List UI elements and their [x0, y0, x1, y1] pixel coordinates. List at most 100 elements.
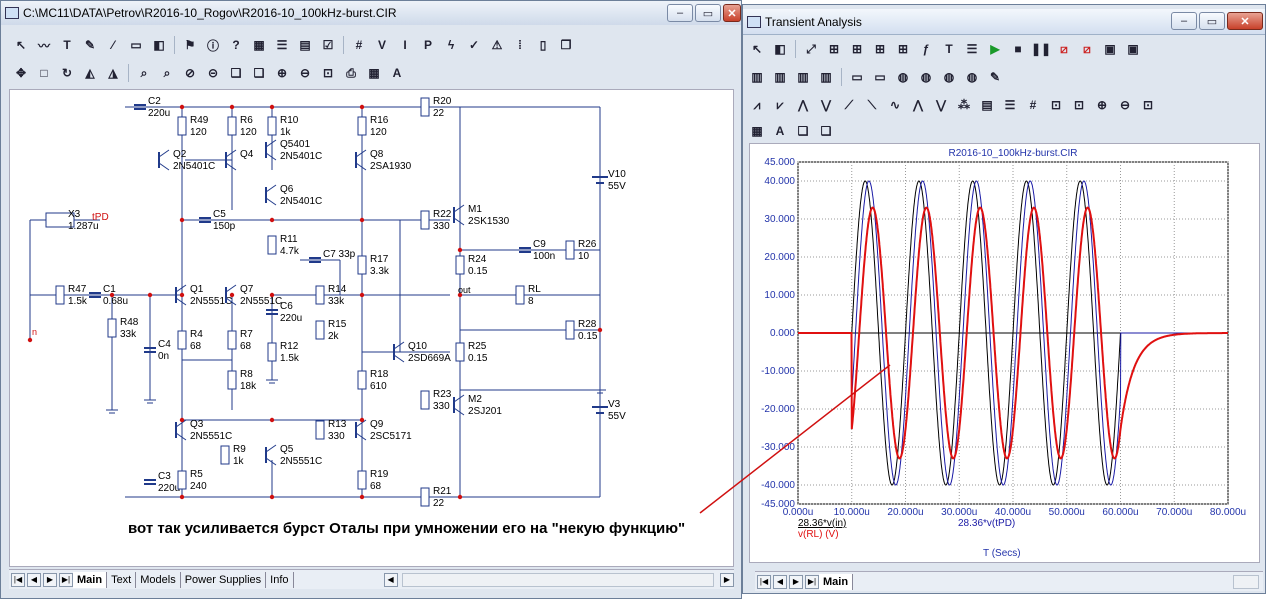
- flip-y-icon[interactable]: ◮: [103, 63, 123, 83]
- stepping2-icon[interactable]: ⧄: [1077, 39, 1097, 59]
- last-page-icon[interactable]: ▶|: [59, 572, 73, 587]
- flag-icon[interactable]: ⚑: [180, 35, 200, 55]
- pin-icon[interactable]: ✓: [464, 35, 484, 55]
- layers2-icon[interactable]: ❏: [816, 121, 836, 141]
- limits2-icon[interactable]: ▣: [1123, 39, 1143, 59]
- transient-scrollbar[interactable]: [1233, 574, 1259, 589]
- list-icon[interactable]: ☰: [272, 35, 292, 55]
- print-icon[interactable]: ⎙: [341, 63, 361, 83]
- scale-icon[interactable]: ⤢: [801, 39, 821, 59]
- next-page-icon[interactable]: ▶: [789, 574, 803, 589]
- box-icon[interactable]: □: [34, 63, 54, 83]
- page-bars-icon[interactable]: ▥: [747, 67, 767, 87]
- find-icon[interactable]: ⌕: [134, 63, 154, 83]
- node-numbers-icon[interactable]: #: [349, 35, 369, 55]
- point-icon[interactable]: ⁂: [954, 95, 974, 115]
- horizontal-icon[interactable]: ▭: [847, 67, 867, 87]
- axis4-icon[interactable]: ⊞: [893, 39, 913, 59]
- tab-power-supplies[interactable]: Power Supplies: [181, 571, 267, 588]
- select-arrow-icon[interactable]: ↖: [11, 35, 31, 55]
- tab-text[interactable]: Text: [107, 571, 137, 588]
- select-arrow-icon[interactable]: ↖: [747, 39, 767, 59]
- zoom-in-icon[interactable]: ⊕: [1092, 95, 1112, 115]
- voltages-icon[interactable]: V: [372, 35, 392, 55]
- last-page-icon[interactable]: ▶|: [805, 574, 819, 589]
- palette-icon[interactable]: ◧: [770, 39, 790, 59]
- prev-page-icon[interactable]: ◀: [27, 572, 41, 587]
- layers-icon[interactable]: ❏: [226, 63, 246, 83]
- page-bars3-icon[interactable]: ▥: [793, 67, 813, 87]
- pencil-icon[interactable]: ✎: [80, 35, 100, 55]
- run-icon[interactable]: ▶: [985, 39, 1005, 59]
- probe-icon[interactable]: ⁄: [103, 35, 123, 55]
- grid-dots-icon[interactable]: ⁞: [510, 35, 530, 55]
- layers2-icon[interactable]: ❏: [249, 63, 269, 83]
- stop2-icon[interactable]: ⊝: [203, 63, 223, 83]
- font-icon[interactable]: A: [387, 63, 407, 83]
- edit-icon[interactable]: ✎: [985, 67, 1005, 87]
- page-bars4-icon[interactable]: ▥: [816, 67, 836, 87]
- slope2-icon[interactable]: ⟍: [862, 95, 882, 115]
- valley-icon[interactable]: ⩗: [770, 95, 790, 115]
- table-icon[interactable]: ▤: [295, 35, 315, 55]
- function-icon[interactable]: ƒ: [916, 39, 936, 59]
- font-icon[interactable]: A: [770, 121, 790, 141]
- component-icon[interactable]: ▭: [126, 35, 146, 55]
- pause-icon[interactable]: ❚❚: [1031, 39, 1051, 59]
- cursor-icon[interactable]: ◍: [893, 67, 913, 87]
- global-high-icon[interactable]: ⋀: [908, 95, 928, 115]
- find-next-icon[interactable]: ⌕: [157, 63, 177, 83]
- global-low-icon[interactable]: ⋁: [931, 95, 951, 115]
- zoom-in-icon[interactable]: ⊕: [272, 63, 292, 83]
- transient-minimize-button[interactable]: –: [1171, 12, 1197, 30]
- schematic-titlebar[interactable]: C:\MC11\DATA\Petrov\R2016-10_Rogov\R2016…: [1, 1, 741, 25]
- inflection-icon[interactable]: ∿: [885, 95, 905, 115]
- stop-icon[interactable]: ⊘: [180, 63, 200, 83]
- tab-models[interactable]: Models: [136, 571, 181, 588]
- next-page-icon[interactable]: ▶: [43, 572, 57, 587]
- horizontal-scrollbar[interactable]: [401, 572, 714, 587]
- check-icon[interactable]: ☑: [318, 35, 338, 55]
- high-icon[interactable]: ⋀: [793, 95, 813, 115]
- properties-icon[interactable]: ☰: [962, 39, 982, 59]
- text-tool-icon[interactable]: T: [57, 35, 77, 55]
- peak-icon[interactable]: ⩘: [747, 95, 767, 115]
- horizontal2-icon[interactable]: ▭: [870, 67, 890, 87]
- zoom-out-icon[interactable]: ⊖: [1115, 95, 1135, 115]
- transient-maximize-button[interactable]: ▭: [1199, 12, 1225, 30]
- zoom-box2-icon[interactable]: ⊡: [1069, 95, 1089, 115]
- copy-page-icon[interactable]: ❐: [556, 35, 576, 55]
- zoom-fit-icon[interactable]: ⊡: [318, 63, 338, 83]
- tab-transient-main[interactable]: Main: [819, 573, 854, 590]
- maximize-button[interactable]: ▭: [695, 4, 721, 22]
- first-page-icon[interactable]: |◀: [757, 574, 771, 589]
- wire-icon[interactable]: 〰: [34, 35, 54, 55]
- clipboard-icon[interactable]: ▤: [977, 95, 997, 115]
- close-button[interactable]: ✕: [723, 4, 741, 22]
- grid-options-icon[interactable]: ▦: [747, 121, 767, 141]
- axis3-icon[interactable]: ⊞: [870, 39, 890, 59]
- tab-main[interactable]: Main: [73, 571, 108, 588]
- axis2-icon[interactable]: ⊞: [847, 39, 867, 59]
- prev-page-icon[interactable]: ◀: [773, 574, 787, 589]
- grid-icon[interactable]: ▦: [249, 35, 269, 55]
- list-icon[interactable]: ☰: [1000, 95, 1020, 115]
- page-bars2-icon[interactable]: ▥: [770, 67, 790, 87]
- cursor4-icon[interactable]: ◍: [962, 67, 982, 87]
- move-icon[interactable]: ✥: [11, 63, 31, 83]
- text-tool-icon[interactable]: T: [939, 39, 959, 59]
- minimize-button[interactable]: –: [667, 4, 693, 22]
- first-page-icon[interactable]: |◀: [11, 572, 25, 587]
- warning-icon[interactable]: ⚠: [487, 35, 507, 55]
- stop-icon[interactable]: ■: [1008, 39, 1028, 59]
- cursor2-icon[interactable]: ◍: [916, 67, 936, 87]
- scroll-left-icon[interactable]: ◀: [383, 572, 398, 587]
- axis-icon[interactable]: ⊞: [824, 39, 844, 59]
- lightning-icon[interactable]: ϟ: [441, 35, 461, 55]
- help-icon[interactable]: ?: [226, 35, 246, 55]
- palette-icon[interactable]: ◧: [149, 35, 169, 55]
- currents-icon[interactable]: I: [395, 35, 415, 55]
- layers-icon[interactable]: ❏: [793, 121, 813, 141]
- scroll-right-icon[interactable]: ▶: [720, 572, 734, 587]
- limits-icon[interactable]: ▣: [1100, 39, 1120, 59]
